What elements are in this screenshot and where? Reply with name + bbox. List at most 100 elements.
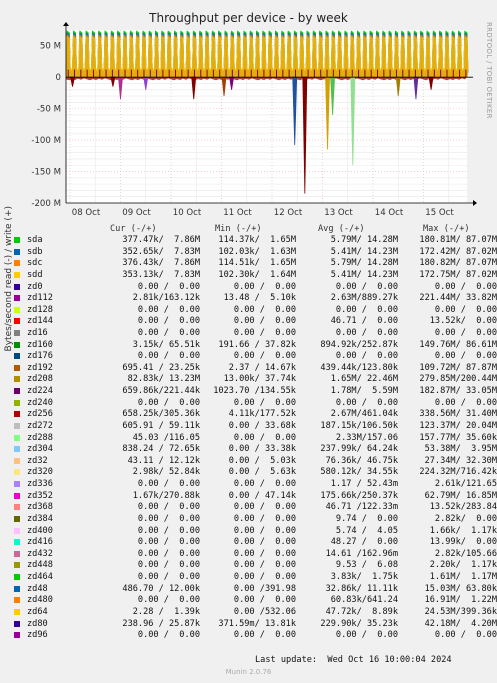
legend-row-zd160: zd160 3.15k/ 65.51k 191.66 / 37.82k 894.92k… (14, 339, 497, 350)
legend-avg: 175.66k/250.37k (320, 490, 398, 501)
legend-row-zd144: zd144 0.00 / 0.00 0.00 / 0.00 46.71 / 0.00 1… (14, 316, 497, 327)
y-tick-label: -100 M (31, 136, 61, 146)
legend-swatch (14, 608, 20, 615)
legend-avg: 0.00 / 0.00 (335, 351, 398, 362)
legend-avg: 0.00 / 0.00 (335, 304, 398, 315)
legend-max: 2.82k/105.66 (434, 548, 497, 559)
y-axis-label: Bytes/second read (-) / write (+) (4, 206, 14, 352)
legend-avg: 60.83k/641.24 (330, 595, 398, 606)
legend-swatch (14, 376, 20, 383)
legend-max: 13.52k/283.84 (429, 502, 497, 513)
legend-min: 2.37 / 14.67k (228, 362, 296, 373)
legend-max: 224.32M/716.42k (419, 467, 497, 478)
legend-max: 180.82M/ 87.07M (419, 258, 497, 269)
legend-swatch (14, 388, 20, 395)
legend-swatch (14, 295, 20, 302)
legend-avg: 5.79M/ 14.28M (330, 258, 398, 269)
legend-max: 13.99k/ 0.00 (429, 537, 497, 548)
y-tick-label: 50 M (40, 42, 61, 52)
legend-row-zd288: zd288 45.03 /116.05 0.00 / 0.00 2.33M/157.0… (14, 432, 497, 443)
legend-avg: 2.67M/461.04k (330, 409, 398, 420)
last-update: Last update: Wed Oct 16 10:00:04 2024 (255, 655, 452, 665)
legend-max: 2.82k/ 0.00 (434, 513, 497, 524)
legend-swatch (14, 434, 20, 441)
legend-min: 0.00 / 33.68k (228, 420, 296, 431)
legend-row-zd176: zd176 0.00 / 0.00 0.00 / 0.00 0.00 / 0.00 0.… (14, 351, 497, 362)
legend-min: 0.00 / 0.00 (233, 548, 296, 559)
y-tick-label: -200 M (31, 199, 61, 209)
y-tick-label: 0 (56, 73, 61, 83)
legend-max: 279.85M/200.44M (419, 374, 497, 385)
x-tick-label: 14 Oct (375, 208, 404, 218)
legend-avg: 5.41M/ 14.23M (330, 246, 398, 257)
legend-name: zd208 (27, 374, 53, 385)
legend-row-zd64: zd64 2.28 / 1.39k 0.00 /532.06 47.72k/ 8.89… (14, 606, 497, 617)
legend-name: zd192 (27, 362, 53, 373)
legend-row-zd336: zd336 0.00 / 0.00 0.00 / 0.00 1.17 / 52.43m… (14, 479, 497, 489)
legend-min: 4.11k/177.52k (228, 409, 296, 420)
x-tick-labels: 08 Oct 09 Oct 10 Oct 11 Oct 12 Oct 13 Oct 14 O… (72, 208, 455, 218)
legend-swatch (14, 550, 20, 557)
legend-cur: 376.43k/ 7.86M (122, 258, 200, 269)
legend-min: 0.00 / 0.00 (233, 351, 296, 362)
legend-avg: 76.36k/ 46.75k (325, 455, 398, 466)
legend-swatch (14, 469, 20, 476)
legend-name: zd144 (27, 316, 53, 327)
legend-cur: 2.28 / 1.39k (132, 606, 200, 617)
legend-swatch (14, 446, 20, 453)
legend-swatch (14, 457, 20, 464)
legend-row-zd128: zd128 0.00 / 0.00 0.00 / 0.00 0.00 / 0.00 0.… (14, 304, 497, 315)
legend-name: zd112 (27, 293, 53, 304)
legend-name: zd464 (27, 572, 53, 582)
y-tick-labels: 50 M 0 -50 M -100 M -150 M -200 M (31, 42, 61, 209)
legend-row-zd352: zd352 1.67k/270.88k 0.00 / 47.14k 175.66k/2… (14, 490, 497, 501)
legend-cur: 486.70 / 12.00k (122, 583, 200, 594)
legend-min: 191.66 / 37.82k (218, 339, 296, 350)
legend-avg: 187.15k/106.50k (320, 420, 398, 431)
legend-avg: 229.90k/ 35.23k (320, 618, 398, 629)
legend-swatch (14, 237, 20, 243)
x-tick-label: 10 Oct (173, 208, 202, 218)
legend-name: zd32 (27, 455, 48, 466)
legend-swatch (14, 399, 20, 406)
legend-swatch (14, 574, 20, 580)
legend-max: 182.87M/ 33.05M (419, 386, 497, 397)
legend-cur: 377.47k/ 7.86M (122, 235, 200, 245)
legend-cur: 0.00 / 0.00 (137, 304, 200, 315)
legend-swatch (14, 632, 20, 639)
legend-name: zd384 (27, 513, 53, 524)
legend-cur: 1.67k/270.88k (132, 490, 200, 501)
legend-max: 2.20k/ 1.17k (429, 560, 497, 571)
legend-avg: 237.99k/ 64.24k (320, 444, 398, 455)
col-header-cur: Cur (-/+) (110, 224, 157, 234)
legend-name: sdc (27, 258, 43, 269)
legend-avg: 0.00 / 0.00 (335, 630, 398, 641)
legend-swatch (14, 353, 20, 360)
legend-max: 62.79M/ 16.85M (424, 490, 497, 501)
legend-swatch (14, 260, 20, 267)
legend-row-zd448: zd448 0.00 / 0.00 0.00 / 0.00 9.53 / 6.08 2.… (14, 560, 497, 571)
legend-swatch (14, 271, 20, 278)
legend-row-sda: sda 377.47k/ 7.86M 114.37k/ 1.65M 5.79M/ 14… (14, 235, 497, 245)
legend-avg: 580.12k/ 34.55k (320, 467, 398, 478)
legend-min: 0.00 / 0.00 (233, 281, 296, 292)
legend-max: 157.77M/ 35.60k (419, 432, 497, 443)
legend-max: 109.72M/ 87.87M (419, 362, 497, 373)
legend-name: zd288 (27, 432, 53, 443)
legend-swatch (14, 504, 20, 511)
legend-name: sdd (27, 269, 43, 280)
legend-max: 149.76M/ 86.61M (419, 339, 497, 350)
legend-row-zd48: zd48 486.70 / 12.00k 0.00 /391.98 32.86k/ 1… (14, 583, 497, 594)
legend-cur: 695.41 / 23.25k (122, 362, 200, 373)
legend-swatch (14, 411, 20, 418)
legend-row-zd0: zd0 0.00 / 0.00 0.00 / 0.00 0.00 / 0.00 0.00… (14, 281, 497, 292)
col-header-max: Max (-/+) (423, 224, 470, 234)
legend-row-zd224: zd224 659.86k/221.44k 1023.70 /134.55k 1.78… (14, 386, 497, 397)
legend-name: zd96 (27, 630, 48, 641)
legend-min: 0.00 / 0.00 (233, 328, 296, 338)
legend-row-zd16: zd16 0.00 / 0.00 0.00 / 0.00 0.00 / 0.00 0.0… (14, 328, 497, 338)
legend-avg: 439.44k/123.80k (320, 362, 398, 373)
legend-name: zd352 (27, 490, 53, 501)
legend-name: zd256 (27, 409, 53, 420)
legend-cur: 82.83k/ 13.23M (127, 374, 200, 385)
